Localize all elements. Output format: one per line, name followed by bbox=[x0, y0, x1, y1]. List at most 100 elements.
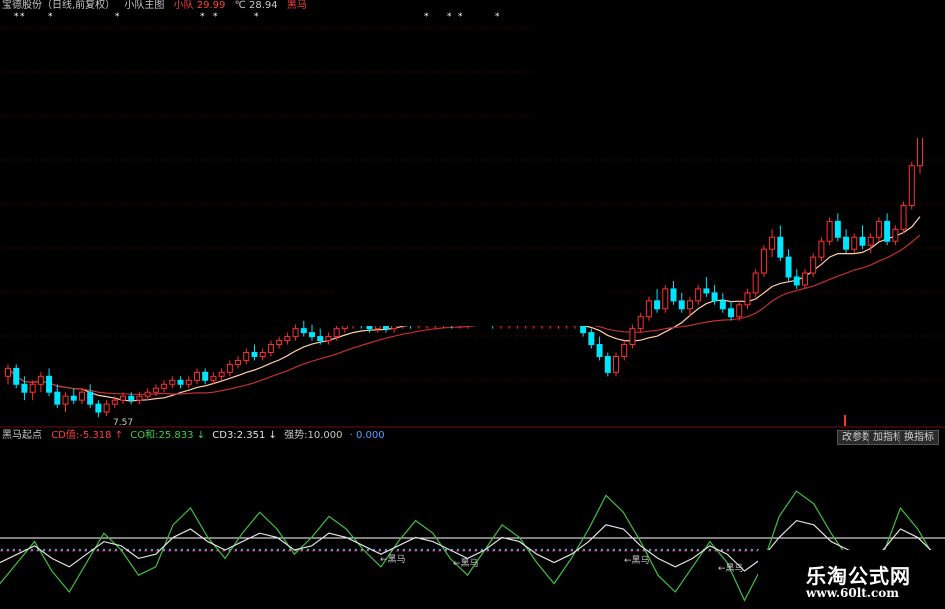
candle-body bbox=[144, 391, 151, 397]
mask-box-top bbox=[535, 12, 945, 138]
candle-body bbox=[193, 371, 200, 381]
heima-mark: ←黑马 bbox=[453, 559, 479, 569]
candle-body bbox=[629, 328, 636, 346]
heima-mark: ←黑马 bbox=[380, 555, 406, 565]
candle-body bbox=[136, 395, 143, 401]
candle-body bbox=[678, 300, 685, 310]
signal-star: * bbox=[213, 12, 218, 22]
candle-body bbox=[867, 236, 874, 246]
candle-body bbox=[769, 236, 776, 250]
candle-body bbox=[884, 220, 891, 242]
stock-title: 宝德股份（日线,前复权） bbox=[2, 0, 116, 11]
candle-body bbox=[325, 336, 332, 342]
candle-body bbox=[169, 379, 176, 385]
candle-body bbox=[917, 133, 923, 167]
candle-body bbox=[78, 391, 85, 401]
signal-star: * bbox=[115, 12, 120, 22]
candle-body bbox=[810, 256, 817, 274]
candle-body bbox=[908, 165, 915, 206]
candle-body bbox=[834, 220, 841, 238]
candle-body bbox=[226, 363, 233, 373]
candle-body bbox=[111, 399, 118, 405]
candle-body bbox=[752, 272, 759, 294]
candle-body bbox=[686, 300, 693, 310]
candle-body bbox=[818, 240, 825, 258]
candle-body bbox=[128, 395, 135, 401]
candle-body bbox=[185, 379, 192, 385]
candle-body bbox=[637, 316, 644, 330]
candle-body bbox=[900, 204, 907, 230]
candle-body bbox=[276, 340, 283, 346]
signal-star: * bbox=[200, 12, 205, 22]
candle-body bbox=[292, 328, 299, 338]
candle-body bbox=[300, 328, 307, 334]
candle-body bbox=[801, 272, 808, 286]
candle-body bbox=[87, 391, 94, 405]
candle-body bbox=[719, 300, 726, 310]
heima-mark: ←黑马 bbox=[718, 564, 744, 574]
candle-body bbox=[859, 236, 866, 246]
candle-body bbox=[202, 371, 209, 381]
signal-star: * bbox=[254, 12, 259, 22]
candle-body bbox=[243, 351, 250, 361]
level-label: ℃ bbox=[234, 0, 246, 11]
candle-body bbox=[793, 276, 800, 286]
signal-star: * bbox=[495, 12, 500, 22]
signal-label: 小队 bbox=[173, 0, 194, 11]
candle-body bbox=[54, 391, 61, 405]
candle-body bbox=[21, 383, 28, 393]
candle-body bbox=[177, 379, 184, 385]
candle-body bbox=[777, 236, 784, 258]
candle-body bbox=[152, 387, 159, 393]
candle-body bbox=[851, 236, 858, 250]
chart-header: 宝德股份（日线,前复权） 小队主图 小队 29.99 ℃ 28.94 黑马 bbox=[2, 0, 307, 12]
signal-star: * bbox=[458, 12, 463, 22]
candle-body bbox=[875, 220, 882, 238]
heima-mark: ←黑马 bbox=[624, 556, 650, 566]
candle-body bbox=[29, 383, 36, 393]
watermark-url: www.60lt.com bbox=[806, 586, 899, 600]
candle-body bbox=[37, 375, 44, 385]
low-price-label: 7.57 bbox=[113, 418, 134, 428]
candle-body bbox=[695, 288, 702, 302]
candle-body bbox=[5, 367, 11, 377]
candle-body bbox=[284, 336, 291, 342]
candle-body bbox=[46, 375, 53, 393]
signal-value: 29.99 bbox=[196, 0, 226, 11]
candle-body bbox=[218, 371, 225, 377]
level-value: 28.94 bbox=[249, 0, 278, 11]
candle-body bbox=[621, 344, 628, 357]
candle-body bbox=[259, 351, 266, 357]
candle-body bbox=[892, 228, 899, 242]
candle-body bbox=[210, 375, 217, 381]
indicator-label: 小队主图 bbox=[124, 0, 165, 11]
watermark-title: 乐淘公式网 bbox=[806, 564, 911, 588]
candle-body bbox=[703, 288, 710, 294]
black-horse-label: 黑马 bbox=[286, 0, 307, 11]
candle-body bbox=[267, 344, 274, 353]
candle-body bbox=[596, 344, 603, 357]
candle-body bbox=[588, 332, 595, 346]
candle-body bbox=[736, 304, 743, 318]
candle-body bbox=[62, 395, 69, 405]
candle-body bbox=[161, 383, 168, 389]
candle-body bbox=[826, 220, 833, 242]
chart-window: * * * * * * * * * * * 宝德股份（日线,前复权） 小队主图 小队 29.99 ℃… bbox=[0, 0, 945, 609]
candle-body bbox=[843, 236, 850, 250]
candle-body bbox=[309, 332, 315, 338]
signal-star: * bbox=[447, 12, 452, 22]
candle-body bbox=[251, 351, 258, 357]
signal-star: * bbox=[20, 12, 25, 22]
candle-body bbox=[120, 395, 127, 401]
candle-body bbox=[728, 308, 735, 318]
candle-body bbox=[613, 355, 619, 373]
mask-box-mid bbox=[333, 284, 611, 326]
candle-body bbox=[13, 367, 20, 385]
candle-body bbox=[711, 292, 718, 302]
candle-body bbox=[645, 300, 652, 318]
signal-star: * bbox=[424, 12, 429, 22]
candle-body bbox=[103, 403, 110, 413]
candle-body bbox=[670, 288, 677, 302]
candle-body bbox=[760, 248, 767, 274]
signal-star: * bbox=[14, 12, 19, 22]
